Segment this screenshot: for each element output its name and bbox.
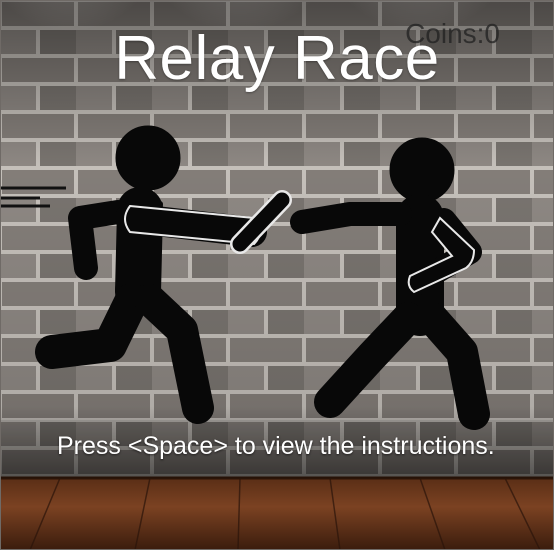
coins-counter: Coins:0 — [405, 18, 500, 49]
instructions-prompt: Press <Space> to view the instructions. — [57, 432, 495, 460]
wooden-floor — [0, 478, 554, 550]
game-screen[interactable]: Relay Race Coins:0 Press <Space> to view… — [0, 0, 554, 550]
